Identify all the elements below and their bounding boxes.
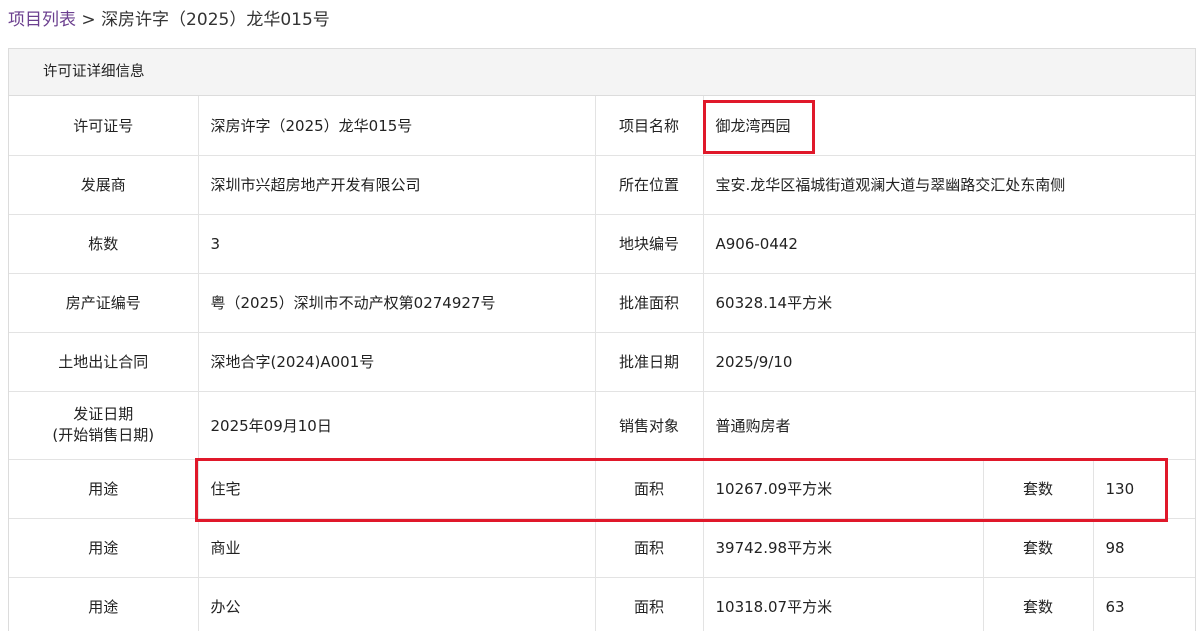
value-units: 63 [1093, 577, 1195, 631]
label-units: 套数 [983, 577, 1094, 631]
label-usage: 用途 [9, 518, 199, 578]
label-issue-date: 发证日期 (开始销售日期) [9, 391, 199, 460]
table-row: 发证日期 (开始销售日期) 2025年09月10日 销售对象 普通购房者 [9, 391, 1195, 460]
label-approved-date: 批准日期 [595, 332, 704, 392]
table-row: 栋数 3 地块编号 A906-0442 [9, 214, 1195, 274]
permit-detail-table: 许可证号 深房许字（2025）龙华015号 项目名称 御龙湾西园 发展商 深圳市… [9, 96, 1195, 631]
table-row: 发展商 深圳市兴超房地产开发有限公司 所在位置 宝安.龙华区福城街道观澜大道与翠… [9, 155, 1195, 215]
label-units: 套数 [983, 459, 1094, 519]
permit-detail-panel: 许可证详细信息 许可证号 深房许字（2025）龙华015号 项目名称 御龙湾西园… [8, 48, 1196, 631]
value-project-name: 御龙湾西园 [703, 96, 1195, 156]
label-developer: 发展商 [9, 155, 199, 215]
label-location: 所在位置 [595, 155, 704, 215]
label-land-contract: 土地出让合同 [9, 332, 199, 392]
label-usage: 用途 [9, 459, 199, 519]
label-area: 面积 [595, 577, 704, 631]
value-permit-no: 深房许字（2025）龙华015号 [198, 96, 596, 156]
value-sales-target: 普通购房者 [703, 391, 1195, 460]
label-approved-area: 批准面积 [595, 273, 704, 333]
value-units: 130 [1093, 459, 1195, 519]
value-issue-date: 2025年09月10日 [198, 391, 596, 460]
label-property-cert-no: 房产证编号 [9, 273, 199, 333]
label-permit-no: 许可证号 [9, 96, 199, 156]
value-usage: 办公 [198, 577, 596, 631]
table-row: 许可证号 深房许字（2025）龙华015号 项目名称 御龙湾西园 [9, 96, 1195, 156]
label-building-count: 栋数 [9, 214, 199, 274]
label-project-name: 项目名称 [595, 96, 704, 156]
table-row: 房产证编号 粤（2025）深圳市不动产权第0274927号 批准面积 60328… [9, 273, 1195, 333]
label-issue-date-line2: (开始销售日期) [52, 426, 155, 444]
breadcrumb-current: 深房许字（2025）龙华015号 [101, 10, 330, 30]
label-issue-date-line1: 发证日期 [73, 405, 134, 423]
breadcrumb-link-project-list[interactable]: 项目列表 [8, 10, 76, 30]
value-approved-date: 2025/9/10 [703, 332, 1195, 392]
label-units: 套数 [983, 518, 1094, 578]
label-sales-target: 销售对象 [595, 391, 704, 460]
value-approved-area: 60328.14平方米 [703, 273, 1195, 333]
label-area: 面积 [595, 518, 704, 578]
breadcrumb-separator: > [81, 10, 96, 30]
value-usage: 商业 [198, 518, 596, 578]
label-plot-no: 地块编号 [595, 214, 704, 274]
table-row: 用途 住宅 面积 10267.09平方米 套数 130 [9, 459, 1195, 519]
value-location: 宝安.龙华区福城街道观澜大道与翠幽路交汇处东南侧 [703, 155, 1195, 215]
table-row: 用途 办公 面积 10318.07平方米 套数 63 [9, 577, 1195, 631]
value-usage: 住宅 [198, 459, 596, 519]
value-area: 10318.07平方米 [703, 577, 984, 631]
table-row: 土地出让合同 深地合字(2024)A001号 批准日期 2025/9/10 [9, 332, 1195, 392]
value-land-contract: 深地合字(2024)A001号 [198, 332, 596, 392]
breadcrumb: 项目列表 > 深房许字（2025）龙华015号 [8, 9, 330, 31]
label-usage: 用途 [9, 577, 199, 631]
value-property-cert-no: 粤（2025）深圳市不动产权第0274927号 [198, 273, 596, 333]
label-area: 面积 [595, 459, 704, 519]
value-area: 39742.98平方米 [703, 518, 984, 578]
value-plot-no: A906-0442 [703, 214, 1195, 274]
value-building-count: 3 [198, 214, 596, 274]
value-units: 98 [1093, 518, 1195, 578]
value-area: 10267.09平方米 [703, 459, 984, 519]
table-row: 用途 商业 面积 39742.98平方米 套数 98 [9, 518, 1195, 578]
value-developer: 深圳市兴超房地产开发有限公司 [198, 155, 596, 215]
panel-title: 许可证详细信息 [9, 49, 1195, 96]
